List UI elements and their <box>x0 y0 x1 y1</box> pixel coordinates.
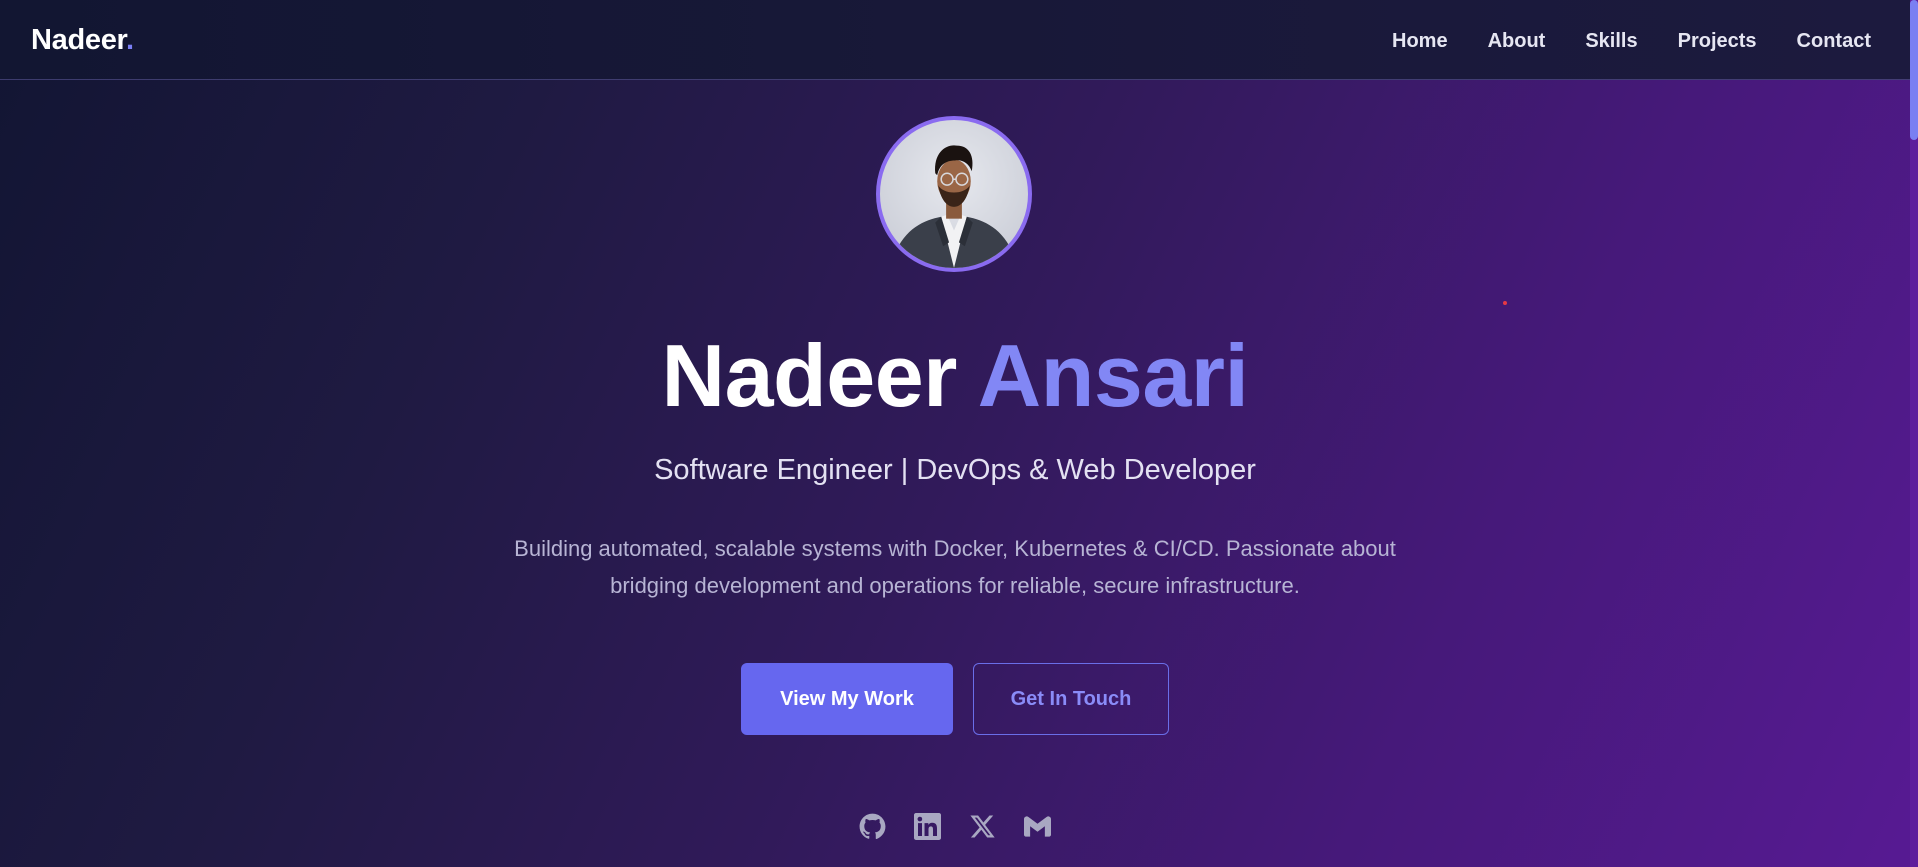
navbar: Nadeer. Home About Skills Projects Conta… <box>0 0 1910 80</box>
logo-text: Nadeer <box>31 24 126 56</box>
nav-projects[interactable]: Projects <box>1678 26 1757 56</box>
scrollbar-track[interactable] <box>1910 0 1918 867</box>
first-name: Nadeer <box>661 326 958 425</box>
view-my-work-button[interactable]: View My Work <box>741 663 953 735</box>
scrollbar-thumb[interactable] <box>1910 0 1918 140</box>
last-name: Ansari <box>977 326 1249 425</box>
github-icon[interactable] <box>858 812 886 840</box>
hero-description: Building automated, scalable systems wit… <box>514 536 1396 598</box>
logo[interactable]: Nadeer. <box>31 20 134 60</box>
x-icon[interactable] <box>968 812 996 840</box>
hero-name: Nadeer Ansari <box>0 326 1910 426</box>
profile-avatar <box>876 116 1032 272</box>
social-links <box>858 812 1051 840</box>
linkedin-icon[interactable] <box>913 812 941 840</box>
cursor-dot <box>1503 301 1507 305</box>
nav-contact[interactable]: Contact <box>1797 26 1871 56</box>
nav-skills[interactable]: Skills <box>1585 26 1637 56</box>
nav-home[interactable]: Home <box>1392 26 1448 56</box>
hero-subtitle: Software Engineer | DevOps & Web Develop… <box>654 454 1256 486</box>
hero-section: Nadeer Ansari Software Engineer | DevOps… <box>0 80 1910 867</box>
nav-about[interactable]: About <box>1488 26 1546 56</box>
gmail-icon[interactable] <box>1023 812 1051 840</box>
get-in-touch-button[interactable]: Get In Touch <box>973 663 1169 735</box>
profile-photo <box>889 145 1019 268</box>
logo-dot: . <box>125 24 134 56</box>
nav-links: Home About Skills Projects Contact <box>1392 26 1871 56</box>
